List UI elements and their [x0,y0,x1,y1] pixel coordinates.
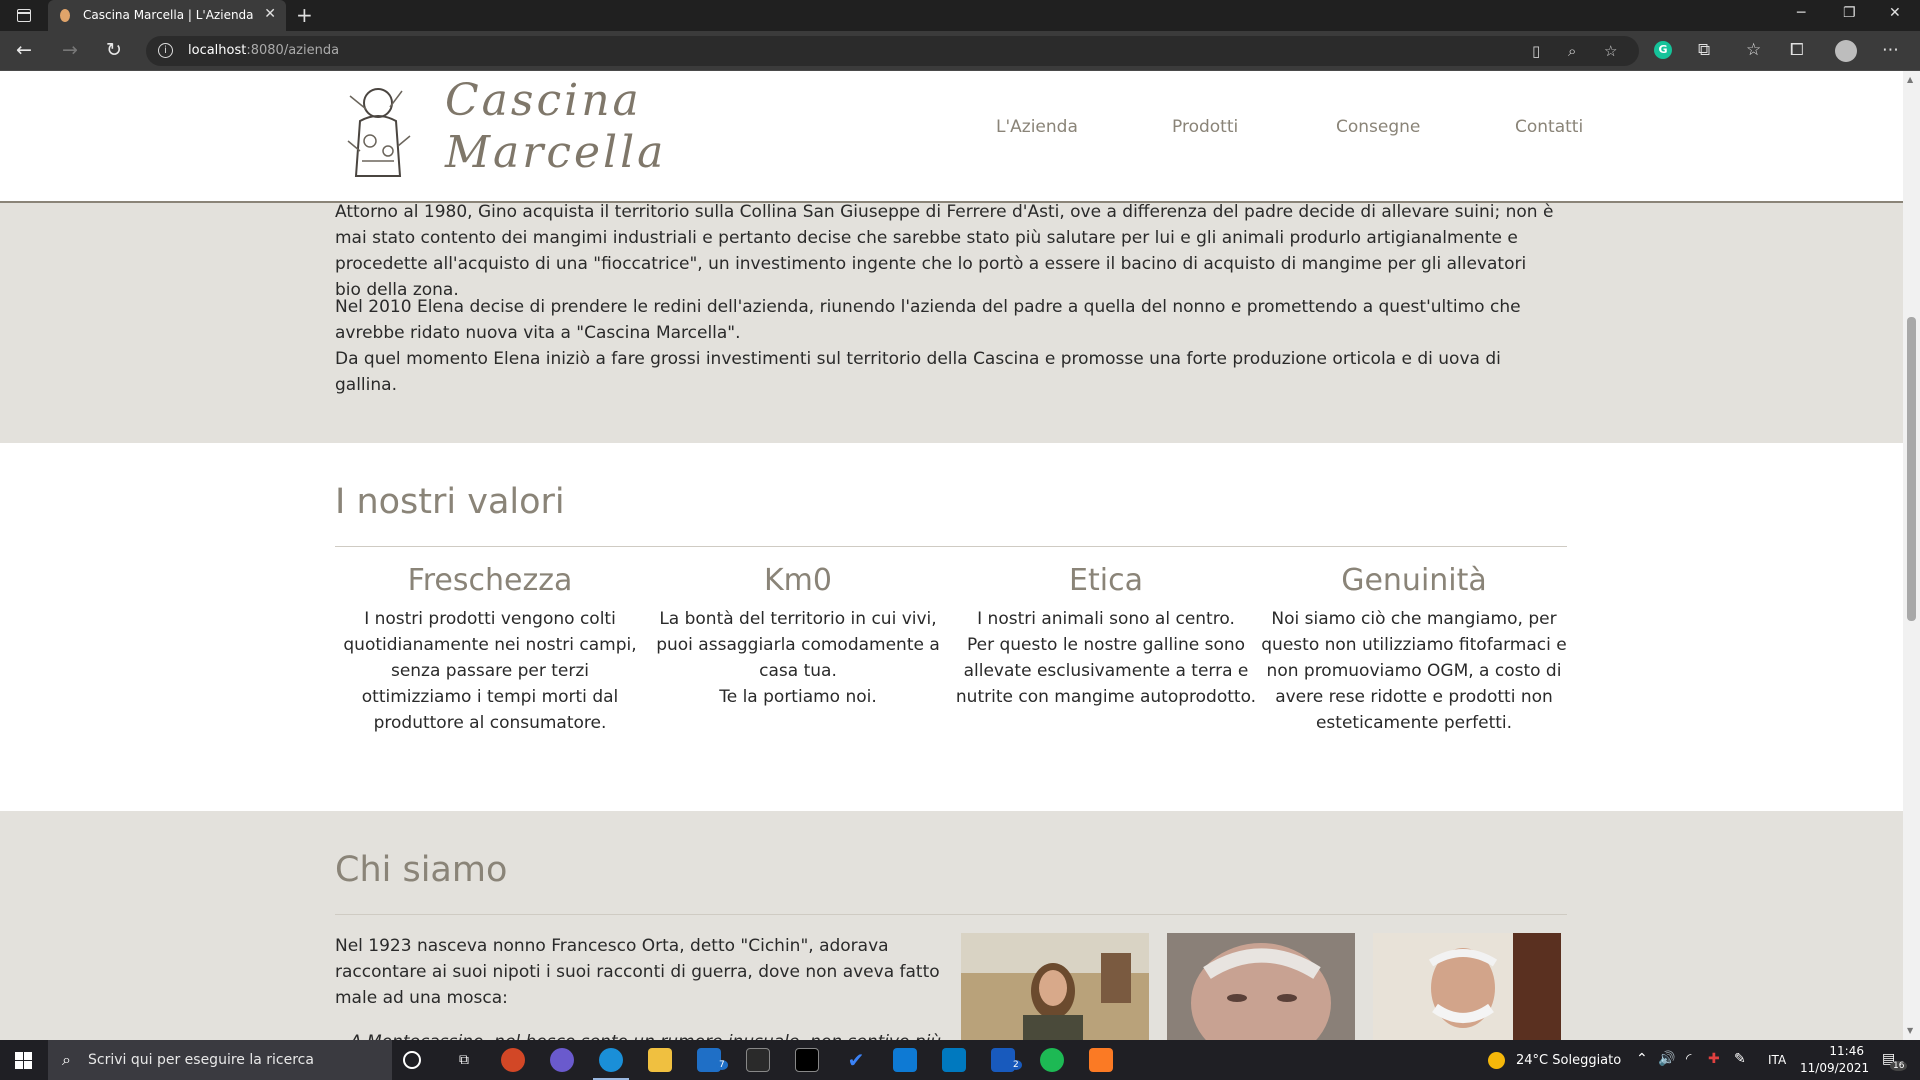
close-tab-icon[interactable]: ✕ [264,6,276,22]
nav-link-contatti[interactable]: Contatti [1515,117,1583,137]
site-logo-text[interactable]: Cascina Marcella [445,75,666,179]
site-favicon-icon [60,9,70,22]
address-bar[interactable]: i localhost:8080/azienda ▯ ⌕ ☆ [146,36,1639,66]
vscode-icon[interactable] [893,1048,917,1072]
history-paragraph-1: Attorno al 1980, Gino acquista il territ… [335,202,1554,300]
restore-icon[interactable]: ❐ [1843,5,1856,21]
values-title: I nostri valori [335,482,565,522]
clock-date[interactable]: 11/09/2021 [1800,1061,1869,1075]
tray-chevron-up-icon[interactable]: ⌃ [1636,1051,1648,1067]
cortana-icon[interactable] [403,1051,421,1069]
value-heading: Genuinità [1341,563,1487,598]
volume-icon[interactable]: 🔊 [1658,1051,1675,1067]
spotify-icon[interactable] [1040,1048,1064,1072]
value-card-etica: Etica I nostri animali sono al centro. P… [951,563,1261,710]
favorites-icon[interactable]: ☆ [1746,40,1761,60]
scrollbar-thumb[interactable] [1907,317,1916,621]
more-options-icon[interactable]: ⋯ [1882,40,1899,60]
grammarly-extension-icon[interactable]: G [1654,41,1672,59]
new-tab-icon[interactable]: + [296,3,313,27]
value-text: Noi siamo ciò che mangiamo, per questo n… [1261,609,1567,733]
weather-text[interactable]: 24°C Soleggiato [1516,1053,1621,1068]
windows-taskbar: ⌕ Scrivi qui per eseguire la ricerca ⧉ 7… [0,1040,1920,1080]
value-text: La bontà del territorio in cui vivi, puo… [656,609,940,707]
page-scrollbar[interactable]: ▲ ▼ [1903,71,1920,1040]
history-paragraph-2-line-2: Da quel momento Elena iniziò a fare gros… [335,349,1501,395]
url-text[interactable]: localhost:8080/azienda [188,43,339,58]
powerpoint-icon[interactable] [501,1048,525,1072]
history-paragraph-2: Nel 2010 Elena decise di prendere le red… [335,294,1555,398]
about-us-text: Nel 1923 nasceva nonno Francesco Orta, d… [335,936,940,1008]
scroll-up-icon[interactable]: ▲ [1907,75,1913,84]
value-heading: Km0 [764,563,832,598]
value-card-genuinita: Genuinità Noi siamo ciò che mangiamo, pe… [1259,563,1569,736]
wifi-icon[interactable]: ◜ [1686,1051,1691,1067]
add-favorite-icon[interactable]: ☆ [1604,42,1617,60]
todo-icon[interactable]: ✔ [844,1048,868,1072]
notifications-count: 16 [1890,1061,1908,1071]
reader-view-icon[interactable]: ▯ [1532,42,1540,60]
language-indicator[interactable]: ITA [1768,1053,1786,1067]
close-window-icon[interactable]: ✕ [1889,5,1901,21]
values-divider [335,546,1567,547]
edge-browser-icon[interactable] [599,1048,623,1072]
value-heading: Freschezza [407,563,573,598]
task-view-icon[interactable]: ⧉ [452,1048,476,1072]
tab-actions-icon[interactable] [17,9,31,22]
forward-arrow-icon[interactable]: → [62,39,78,61]
values-section: I nostri valori Freschezza I nostri prod… [0,443,1903,811]
zoom-icon[interactable]: ⌕ [1568,42,1576,60]
profile-avatar[interactable] [1835,40,1857,62]
logo-line-2: Marcella [445,127,667,178]
site-info-icon[interactable]: i [158,43,173,58]
value-card-freschezza: Freschezza I nostri prodotti vengono col… [335,563,645,736]
scroll-down-icon[interactable]: ▼ [1907,1026,1913,1035]
history-paragraph-2-line-1: Nel 2010 Elena decise di prendere le red… [335,297,1521,343]
taskbar-search-box[interactable]: ⌕ Scrivi qui per eseguire la ricerca [48,1040,392,1080]
photo-elena [961,933,1149,1040]
search-icon: ⌕ [62,1050,71,1069]
about-us-divider [335,914,1567,915]
browser-tab-strip: Cascina Marcella | L'Azienda ✕ + ─ ❐ ✕ [0,0,1920,31]
about-us-section: Chi siamo Nel 1923 nasceva nonno Frances… [0,811,1903,1040]
about-us-title: Chi siamo [335,850,508,890]
nav-link-consegne[interactable]: Consegne [1336,117,1420,137]
logo-line-1: Cascina [445,75,642,126]
terminal-icon[interactable] [795,1048,819,1072]
value-text: I nostri animali sono al centro. Per que… [955,609,1257,707]
site-header: Cascina Marcella L'Azienda Prodotti Cons… [0,71,1903,203]
clock-time[interactable]: 11:46 [1808,1044,1864,1058]
back-arrow-icon[interactable]: ← [16,39,32,61]
value-heading: Etica [1069,563,1143,598]
eclipse-icon[interactable] [550,1048,574,1072]
store-icon[interactable] [746,1048,770,1072]
taskbar-search-placeholder: Scrivi qui per eseguire la ricerca [88,1052,314,1068]
nav-link-azienda[interactable]: L'Azienda [996,117,1078,137]
history-section: Attorno al 1980, Gino acquista il territ… [0,202,1903,443]
collections-icon[interactable]: ⧠ [1790,40,1804,60]
tab-title: Cascina Marcella | L'Azienda [83,8,254,22]
browser-tab-active[interactable]: Cascina Marcella | L'Azienda ✕ [48,0,286,31]
antivirus-icon[interactable]: ✚ [1708,1051,1720,1067]
address-toolbar: ← → ↻ i localhost:8080/azienda ▯ ⌕ ☆ G ⧉… [0,31,1920,71]
about-us-list-item: A Montecassino, nel bosco sento un rumor… [350,1029,950,1040]
weather-sun-icon[interactable] [1488,1052,1505,1069]
minimize-icon[interactable]: ─ [1797,5,1805,21]
mail-badge: 7 [716,1060,728,1070]
nav-link-prodotti[interactable]: Prodotti [1172,117,1238,137]
photo-francesco [1373,933,1561,1040]
value-text: I nostri prodotti vengono colti quotidia… [343,609,637,733]
extensions-icon[interactable]: ⧉ [1698,40,1710,60]
trello-icon[interactable] [942,1048,966,1072]
pen-icon[interactable]: ✎ [1734,1051,1746,1067]
farmer-illustration-logo[interactable] [340,81,416,181]
word-badge: 2 [1010,1060,1022,1070]
refresh-icon[interactable]: ↻ [106,39,122,61]
photo-gino [1167,933,1355,1040]
xampp-icon[interactable] [1089,1048,1113,1072]
start-menu-icon[interactable] [15,1052,32,1069]
file-explorer-icon[interactable] [648,1048,672,1072]
value-card-km0: Km0 La bontà del territorio in cui vivi,… [643,563,953,710]
page-viewport: Cascina Marcella L'Azienda Prodotti Cons… [0,71,1903,1040]
